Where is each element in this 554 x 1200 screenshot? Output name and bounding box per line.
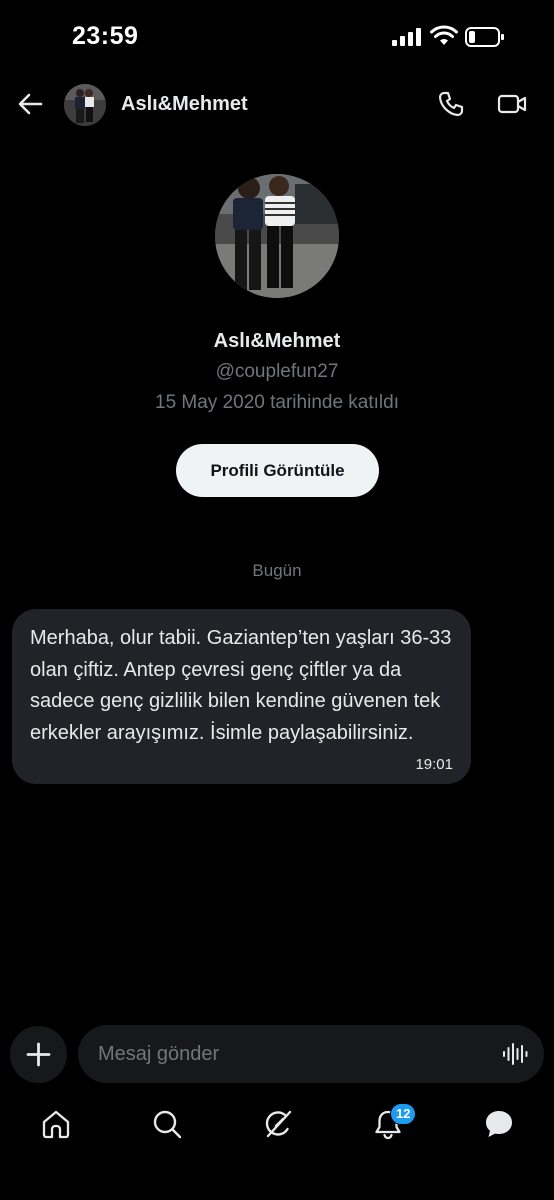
status-bar: 23:59 <box>0 0 554 76</box>
phone-icon[interactable] <box>437 90 465 118</box>
message-composer <box>78 1025 544 1083</box>
notification-badge: 12 <box>390 1103 417 1125</box>
message-text: Merhaba, olur tabii. Gaziantep’ten yaşla… <box>30 627 452 744</box>
bottom-navigation <box>0 1100 554 1200</box>
profile-joined-date: 15 May 2020 tarihinde katıldı <box>155 392 399 413</box>
message-timestamp: 19:01 <box>415 756 453 773</box>
message-input[interactable] <box>98 1025 488 1083</box>
message-bubble[interactable]: Merhaba, olur tabii. Gaziantep’ten yaşla… <box>12 609 471 784</box>
messages-icon[interactable] <box>483 1108 515 1140</box>
status-time: 23:59 <box>72 22 139 50</box>
profile-name: Aslı&Mehmet <box>213 330 341 352</box>
conversation-header: Aslı&Mehmet <box>0 78 554 132</box>
battery-icon <box>465 27 504 47</box>
wifi-icon <box>430 25 458 45</box>
view-profile-button[interactable]: Profili Görüntüle <box>176 444 379 497</box>
back-arrow-icon[interactable] <box>16 90 44 118</box>
profile-avatar[interactable] <box>215 174 339 298</box>
add-media-button[interactable] <box>10 1026 67 1083</box>
grok-icon[interactable] <box>262 1108 294 1140</box>
date-divider: Bugün <box>252 561 302 580</box>
search-icon[interactable] <box>151 1108 183 1140</box>
plus-icon <box>26 1042 51 1067</box>
cellular-signal-icon <box>392 28 421 46</box>
profile-handle: @couplefun27 <box>215 361 339 382</box>
header-title[interactable]: Aslı&Mehmet <box>121 93 248 116</box>
home-icon[interactable] <box>40 1108 72 1140</box>
header-avatar[interactable] <box>64 84 106 126</box>
voice-message-icon[interactable] <box>502 1041 528 1067</box>
video-call-icon[interactable] <box>497 90 527 118</box>
